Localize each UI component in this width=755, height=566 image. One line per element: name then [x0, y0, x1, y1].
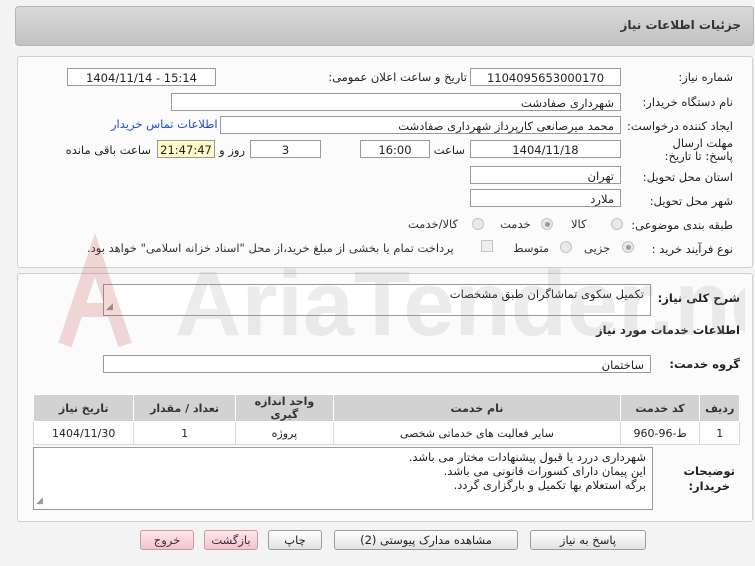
view-attachments-button[interactable]: مشاهده مدارک پیوستی (2) [334, 530, 518, 550]
service-group-label: گروه خدمت: [669, 357, 740, 371]
treasury-payment-note: پرداخت تمام یا بخشی از مبلغ خرید،از محل … [87, 241, 454, 255]
cell-service-code: ط-96-960 [619, 421, 701, 445]
province-field[interactable]: تهران [470, 166, 621, 184]
category-goods-service-label: کالا/خدمت [408, 217, 459, 231]
service-group-field[interactable]: ساختمان [103, 355, 651, 373]
announce-datetime-label: تاریخ و ساعت اعلان عمومی: [328, 70, 467, 84]
buyer-org-label: نام دستگاه خریدار: [642, 95, 733, 109]
resize-handle-icon: ◢ [36, 496, 43, 506]
services-table: تاریخ نیاز تعداد / مقدار واحد اندازه گیر… [32, 394, 740, 445]
reply-button[interactable]: پاسخ به نیاز [530, 530, 646, 550]
print-button[interactable]: چاپ [268, 530, 322, 550]
category-goods-radio[interactable] [611, 218, 623, 230]
buyer-note-line: برگه استعلام بها تکمیل و بارگزاری گردد. [453, 478, 646, 492]
services-table-header: تاریخ نیاز تعداد / مقدار واحد اندازه گیر… [32, 394, 740, 422]
col-qty: تعداد / مقدار [133, 394, 236, 422]
page-title: جزئیات اطلاعات نیاز [620, 18, 741, 32]
services-section-title: اطلاعات خدمات مورد نیاز [596, 323, 740, 337]
remaining-time-field: 21:47:47 [157, 140, 215, 158]
days-label: روز و [219, 143, 245, 157]
category-service-label: خدمت [500, 217, 531, 231]
province-label: استان محل تحویل: [642, 170, 733, 184]
cell-service-name: سایر فعالیت های خدماتی شخصی [333, 421, 621, 445]
exit-button[interactable]: خروج [140, 530, 194, 550]
buyer-note-line: این پیمان دارای کسورات قانونی می باشد. [443, 464, 646, 478]
creator-field[interactable]: محمد میرصانعی کارپرداز شهرداری صفادشت [220, 116, 621, 134]
col-unit: واحد اندازه گیری [234, 394, 335, 422]
cell-qty: 1 [133, 421, 236, 445]
category-label: طبقه بندی موضوعی: [631, 218, 733, 232]
process-type-label: نوع فرآیند خرید : [651, 242, 733, 256]
buyer-notes-label-line1: توضیحات [683, 464, 736, 478]
col-service-code: کد خدمت [619, 394, 701, 422]
col-service-name: نام خدمت [333, 394, 621, 422]
city-field[interactable]: ملارد [470, 189, 621, 207]
category-goods-service-radio[interactable] [472, 218, 484, 230]
need-number-label: شماره نیاز: [678, 70, 733, 84]
buyer-notes-label-line2: خریدار: [688, 479, 731, 493]
deadline-label: مهلت ارسال پاسخ: تا تاریخ: [664, 136, 733, 163]
cell-date: 1404/11/30 [32, 421, 135, 445]
description-box[interactable]: تکمیل سکوی تماشاگران طبق مشخصات ◢ [103, 284, 651, 316]
announce-datetime-field[interactable]: 1404/11/14 - 15:14 [67, 68, 216, 86]
deadline-time-label: ساعت [433, 143, 465, 157]
buyer-org-field[interactable]: شهرداری صفادشت [171, 93, 621, 111]
need-number-field[interactable]: 1104095653000170 [470, 68, 621, 86]
col-date: تاریخ نیاز [32, 394, 135, 422]
remaining-days-field[interactable]: 3 [250, 140, 321, 158]
buyer-note-line: شهرداری دررد یا قبول پیشنهادات مختار می … [408, 450, 646, 464]
process-medium-radio[interactable] [560, 241, 572, 253]
back-button[interactable]: بازگشت [204, 530, 258, 550]
col-row: ردیف [699, 394, 740, 422]
creator-label: ایجاد کننده درخواست: [627, 119, 733, 133]
buyer-notes-box[interactable]: شهرداری دررد یا قبول پیشنهادات مختار می … [33, 447, 653, 510]
description-label: شرح کلی نیاز: [657, 291, 740, 305]
cell-unit: پروژه [234, 421, 335, 445]
page-header: جزئیات اطلاعات نیاز [15, 6, 754, 46]
remaining-label: ساعت باقی مانده [65, 143, 151, 157]
city-label: شهر محل تحویل: [649, 194, 733, 208]
category-goods-label: کالا [571, 217, 587, 231]
process-medium-label: متوسط [513, 241, 550, 255]
cell-row: 1 [699, 421, 740, 445]
deadline-time-field[interactable]: 16:00 [360, 140, 430, 158]
resize-handle-icon: ◢ [106, 302, 113, 312]
description-text: تکمیل سکوی تماشاگران طبق مشخصات [449, 287, 644, 301]
process-minor-label: جزیی [584, 241, 611, 255]
process-minor-radio[interactable] [622, 241, 634, 253]
buyer-notes-label: توضیحات خریدار: [684, 464, 736, 494]
deadline-date-field[interactable]: 1404/11/18 [470, 140, 621, 158]
buyer-contact-link[interactable]: اطلاعات تماس خریدار [111, 117, 218, 131]
treasury-payment-checkbox[interactable] [481, 240, 493, 252]
table-row[interactable]: 1404/11/30 1 پروژه سایر فعالیت های خدمات… [32, 421, 740, 445]
category-service-radio[interactable] [541, 218, 553, 230]
